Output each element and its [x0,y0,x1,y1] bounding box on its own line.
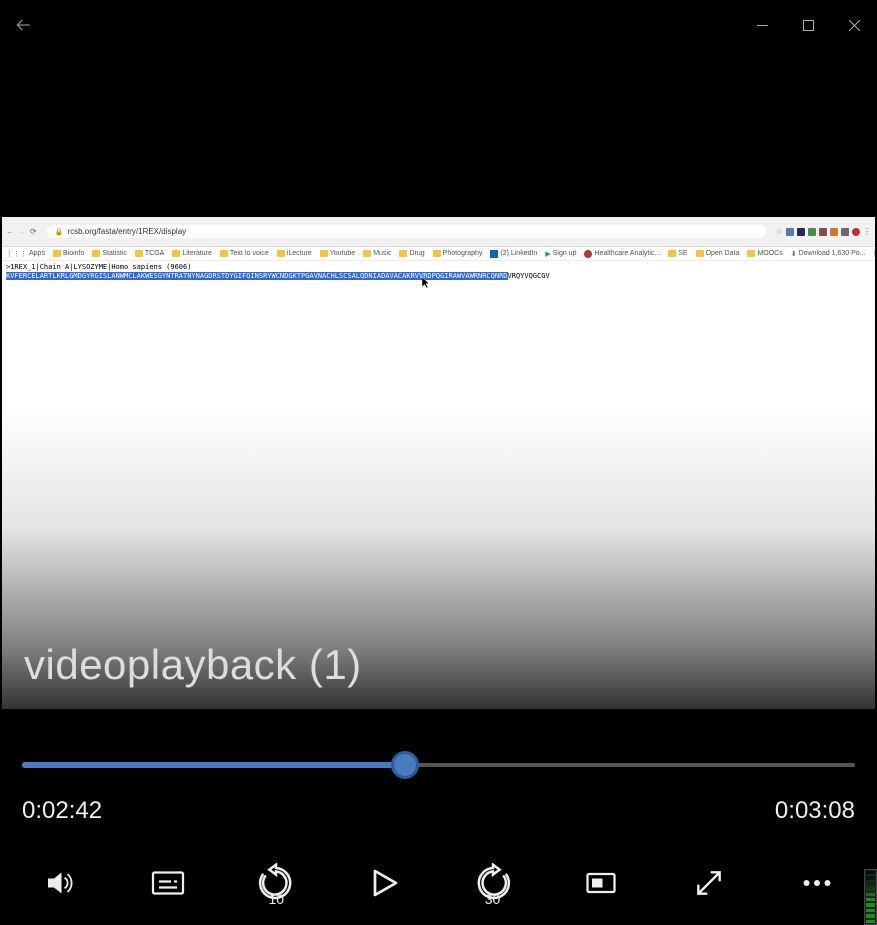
vu-bar-4 [866,903,875,906]
ext-icon-3 [808,228,816,236]
more-button[interactable] [787,853,847,913]
bookmark-statistic: Statistic [92,250,127,257]
transport-buttons: 10 30 [30,853,847,913]
minimize-button[interactable] [739,9,785,41]
close-button[interactable] [831,9,877,41]
browser-reload-icon: ⟳ [30,227,37,236]
bookmark-moocs: MOOCs [747,250,782,257]
browser-toolbar: ← → ⟳ 🔒 rcsb.org/fasta/entry/1REX/displa… [2,217,875,247]
close-icon [849,20,860,31]
subtitles-icon [150,865,186,901]
star-icon: ☆ [776,227,783,236]
current-time: 0:02:42 [22,797,102,825]
vu-bar-7 [866,887,875,890]
ext-icon-7 [852,228,860,236]
play-icon [366,865,402,901]
titlebar [0,0,877,50]
browser-menu-icon: ⋮ [863,227,871,236]
aspect-ratio-icon [583,865,619,901]
more-icon [799,865,835,901]
maximize-icon [803,20,814,31]
bookmark-music: Music [363,250,391,257]
bookmark-literature: Literature [172,250,212,257]
bookmark-tcga: TCGA [135,250,164,257]
ext-icon-5 [830,228,838,236]
browser-bookmarks-bar: ⋮⋮⋮Apps Bioinfo Statistic TCGA Literatur… [2,247,875,261]
bookmark-mmr: MMR [874,250,875,257]
bookmark-photography: Photography [433,250,483,257]
bookmark-healthcare: Healthcare Analytic... [584,250,660,258]
vu-bar-1 [866,920,875,923]
browser-extensions: ☆ ⋮ [776,227,871,236]
skip-forward-button[interactable]: 30 [463,853,523,913]
seek-progress [22,762,405,768]
subtitles-button[interactable] [138,853,198,913]
volume-icon [42,865,78,901]
play-button[interactable] [354,853,414,913]
minimize-icon [757,20,768,31]
bookmark-bioinfo: Bioinfo [53,250,84,257]
cursor-icon [422,277,432,291]
browser-forward-icon: → [18,227,26,236]
bookmark-ilecture: iLecture [277,250,312,257]
bookmark-se: SE [668,250,687,257]
video-frame[interactable]: ← → ⟳ 🔒 rcsb.org/fasta/entry/1REX/displa… [2,217,875,709]
vu-bar-8 [866,882,875,885]
ext-icon-1 [786,228,794,236]
window-controls [739,9,877,41]
fullscreen-icon [693,867,725,899]
bookmark-texttovoice: Text to voice [220,250,269,257]
browser-url-bar: 🔒 rcsb.org/fasta/entry/1REX/display [47,225,766,238]
bookmark-youtube: Youtube [320,250,355,257]
browser-back-icon: ← [6,227,14,236]
vu-bar-2 [866,914,875,917]
vu-bar-6 [866,893,875,896]
bookmark-opendata: Open Data [696,250,740,257]
vu-bar-5 [866,898,875,901]
fasta-text: >1REX_1|Chain A|LYSOZYME|Homo sapiens (9… [2,261,875,283]
video-title: videoplayback (1) [24,641,362,689]
bookmark-apps: ⋮⋮⋮Apps [6,250,45,258]
ext-icon-2 [797,228,805,236]
bookmark-download: ⬇Download 1,630 Po... [791,250,866,258]
time-display: 0:02:42 0:03:08 [22,797,855,825]
volume-button[interactable] [30,853,90,913]
aspect-ratio-button[interactable] [571,853,631,913]
vu-bar-10 [866,871,875,874]
ext-icon-6 [841,228,849,236]
seek-bar[interactable] [22,757,855,773]
player-controls: 0:02:42 0:03:08 10 [0,709,877,925]
total-time: 0:03:08 [775,797,855,825]
fasta-selected-text: KVFERCELARTLKRLGMDGYRGISLANWMCLAKWESGYNT… [6,272,508,280]
bookmark-signup: ▶Sign up [545,250,576,258]
bookmark-drug: Drug [399,250,424,257]
fullscreen-button[interactable] [679,853,739,913]
vu-bar-9 [866,876,875,879]
skip-back-label: 10 [268,891,284,907]
arrow-left-icon [14,15,34,35]
skip-back-button[interactable]: 10 [246,853,306,913]
browser-url-text: rcsb.org/fasta/entry/1REX/display [67,227,186,236]
lock-icon: 🔒 [55,228,64,236]
back-button[interactable] [0,1,48,49]
vu-meter [864,869,877,925]
fasta-header-line: >1REX_1|Chain A|LYSOZYME|Homo sapiens (9… [6,263,191,271]
bookmark-linkedin: (2) LinkedIn [490,250,537,258]
fasta-unselected-text: VRQYVQGCGV [508,272,550,280]
skip-forward-label: 30 [485,891,501,907]
seek-thumb[interactable] [391,751,419,779]
ext-icon-4 [819,228,827,236]
vu-bar-3 [866,909,875,912]
maximize-button[interactable] [785,9,831,41]
